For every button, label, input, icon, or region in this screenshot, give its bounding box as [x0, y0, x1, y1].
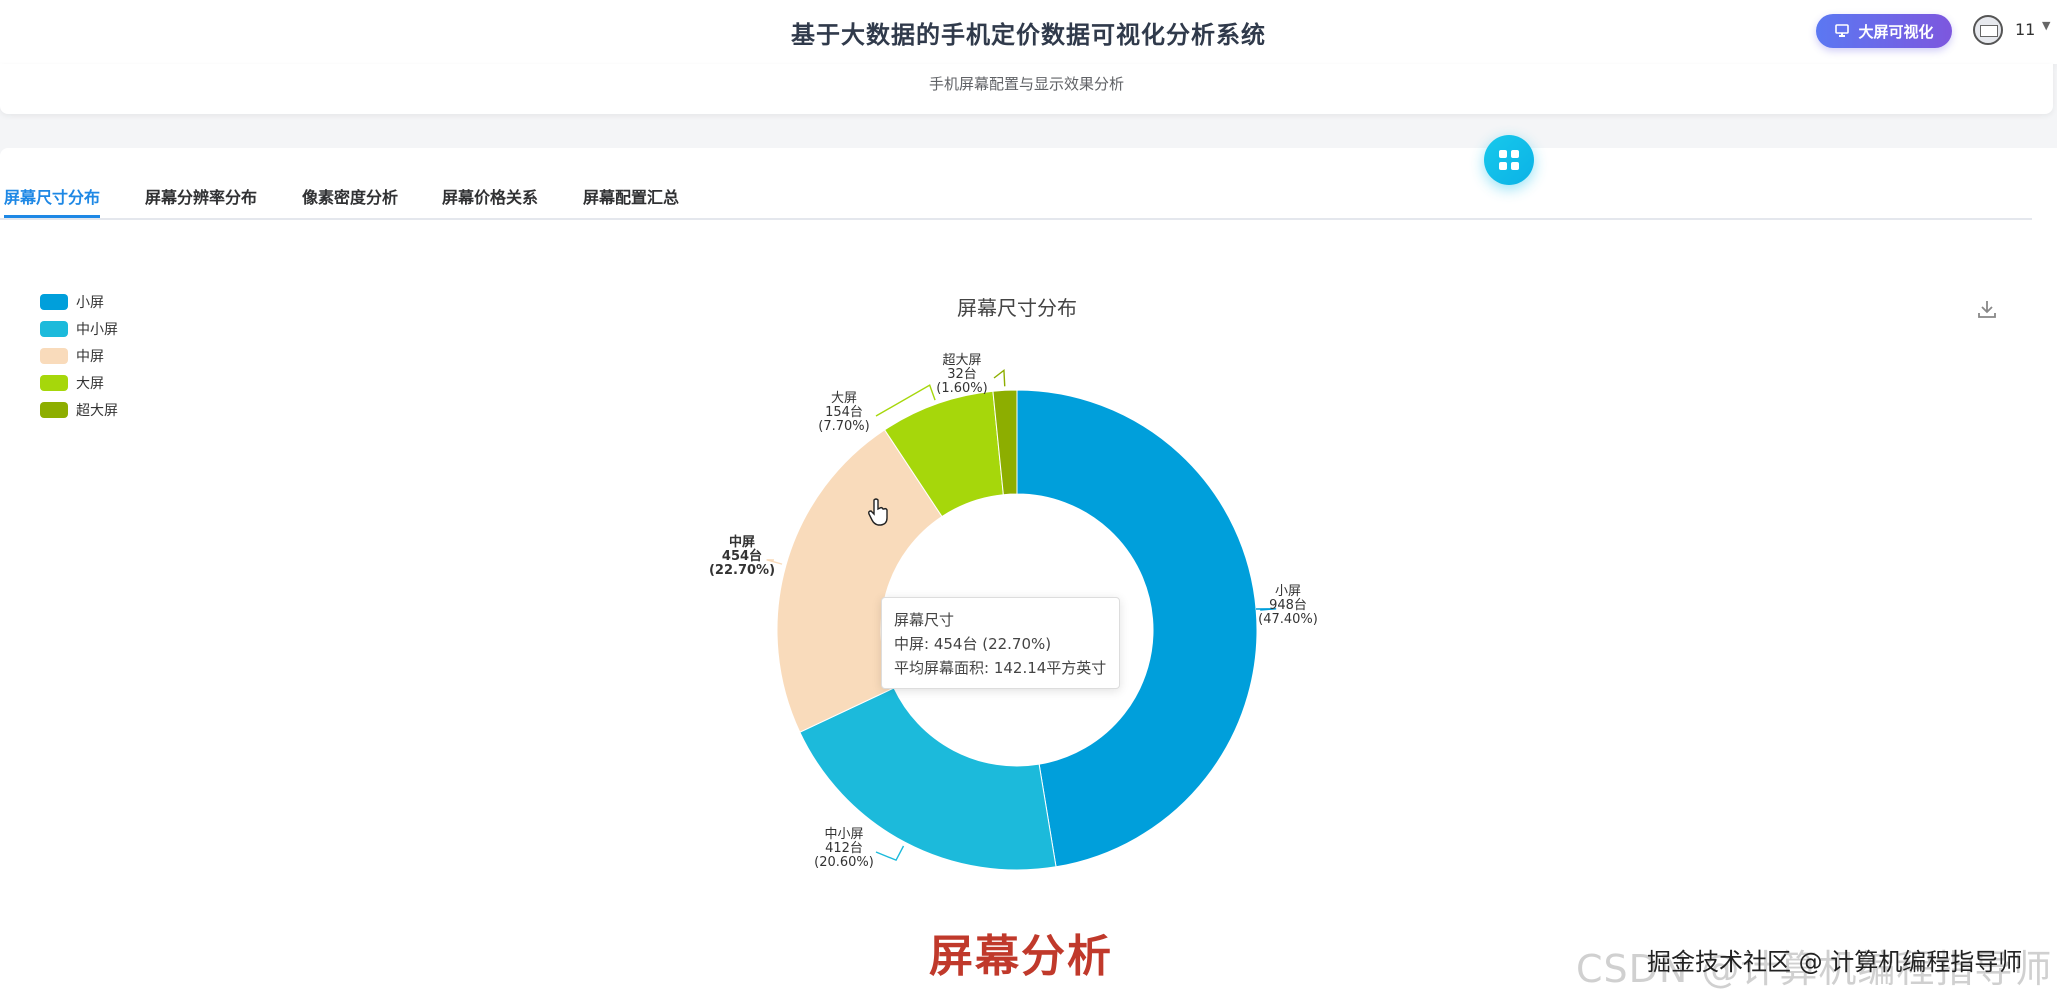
tab-screen-summary[interactable]: 屏幕配置汇总 — [583, 184, 679, 208]
legend-label: 超大屏 — [76, 403, 118, 419]
caret-down-icon[interactable]: ▼ — [2042, 19, 2050, 32]
tab-bar: 屏幕尺寸分布 屏幕分辨率分布 像素密度分析 屏幕价格关系 屏幕配置汇总 — [0, 172, 2032, 220]
avatar[interactable] — [1973, 15, 2003, 45]
monitor-icon — [1835, 24, 1850, 37]
chart-card — [0, 148, 2057, 1001]
tab-screen-resolution[interactable]: 屏幕分辨率分布 — [145, 184, 257, 208]
legend-label: 大屏 — [76, 376, 104, 392]
chart-tooltip: 屏幕尺寸 中屏: 454台 (22.70%) 平均屏幕面积: 142.14平方英… — [881, 597, 1120, 689]
legend-item[interactable]: 中小屏 — [40, 319, 118, 339]
download-icon[interactable] — [1976, 298, 1998, 320]
juejin-watermark: 掘金技术社区 @ 计算机编程指导师 — [1647, 948, 2023, 976]
legend-label: 中小屏 — [76, 322, 118, 338]
page-subtitle-card: 手机屏幕配置与显示效果分析 — [0, 64, 2053, 114]
tab-screen-size[interactable]: 屏幕尺寸分布 — [4, 184, 100, 208]
legend-swatch — [40, 348, 68, 364]
big-screen-label: 大屏可视化 — [1858, 22, 1934, 41]
tooltip-line: 中屏: 454台 (22.70%) — [894, 635, 1052, 653]
app-header: 基于大数据的手机定价数据可视化分析系统 大屏可视化 11 ▼ — [0, 0, 2057, 64]
legend-swatch — [40, 402, 68, 418]
tab-pixel-density[interactable]: 像素密度分析 — [302, 184, 398, 208]
legend-swatch — [40, 375, 68, 391]
page-subtitle: 手机屏幕配置与显示效果分析 — [928, 75, 1124, 93]
big-screen-button[interactable]: 大屏可视化 — [1816, 14, 1952, 48]
grid-menu-button[interactable] — [1484, 135, 1534, 185]
legend-item[interactable]: 超大屏 — [40, 400, 118, 420]
legend-swatch — [40, 321, 68, 337]
chart-title: 屏幕尺寸分布 — [957, 296, 1077, 320]
tooltip-title: 屏幕尺寸 — [894, 611, 955, 629]
hand-cursor-icon — [868, 498, 888, 526]
tab-screen-price[interactable]: 屏幕价格关系 — [442, 184, 538, 208]
legend-label: 中屏 — [76, 349, 104, 365]
user-name[interactable]: 11 — [2015, 20, 2035, 39]
tooltip-line: 平均屏幕面积: 142.14平方英寸 — [894, 659, 1107, 677]
legend-item[interactable]: 大屏 — [40, 373, 104, 393]
tab-active-indicator — [4, 215, 100, 218]
app-title: 基于大数据的手机定价数据可视化分析系统 — [791, 21, 1266, 49]
legend-item[interactable]: 中屏 — [40, 346, 104, 366]
